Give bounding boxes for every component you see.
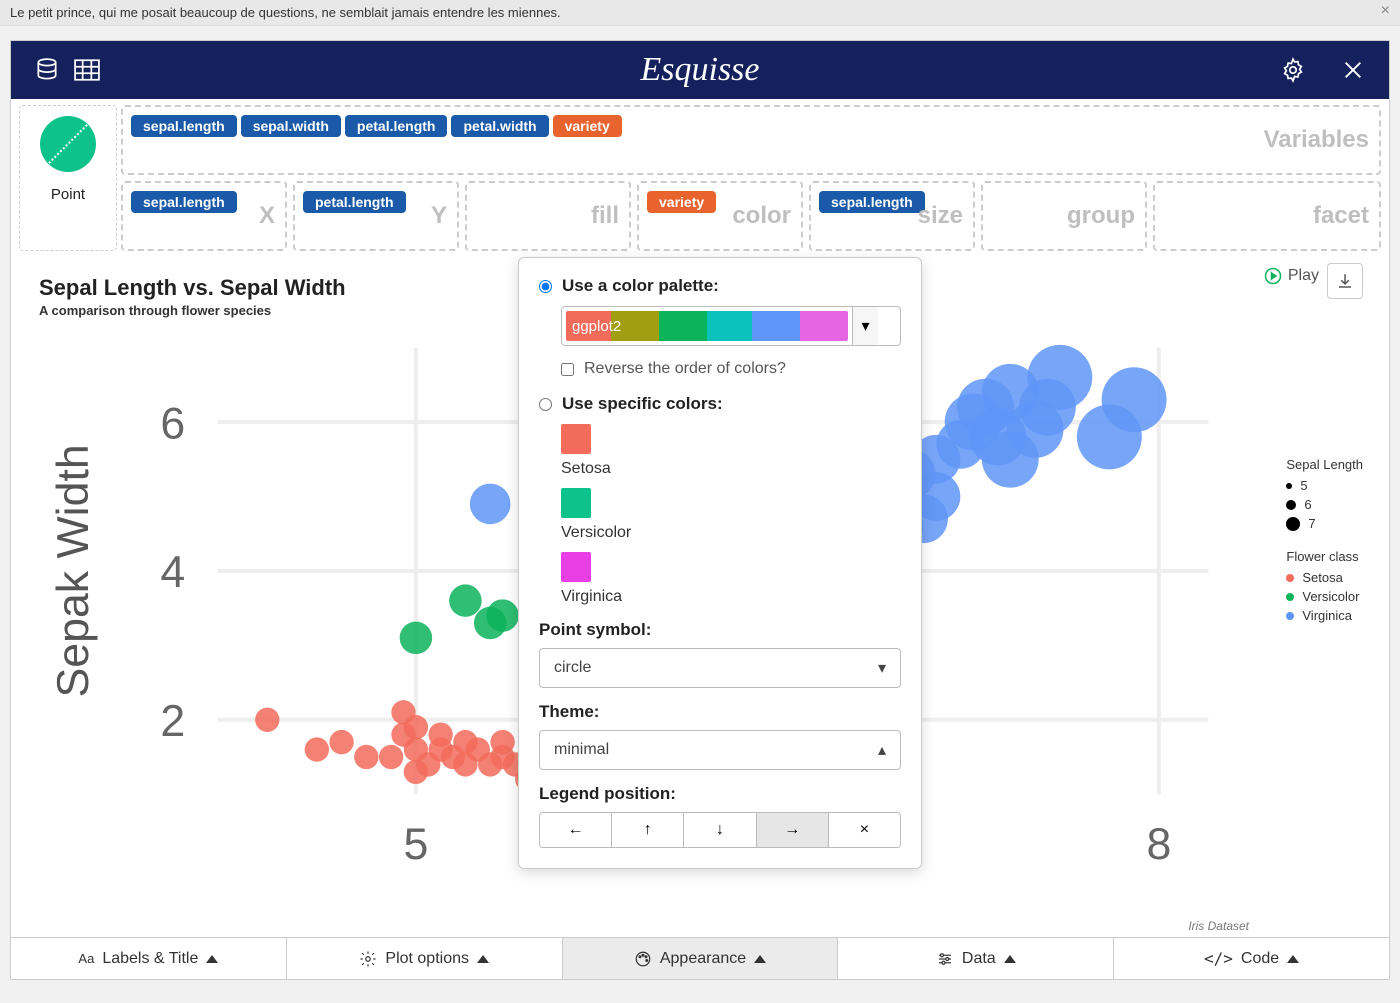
- svg-text:2: 2: [160, 697, 185, 746]
- aes-y-dropzone[interactable]: Ypetal.length: [293, 181, 459, 251]
- use-specific-radio[interactable]: [539, 398, 552, 411]
- variables-area: Point Variables sepal.lengthsepal.widthp…: [11, 99, 1389, 257]
- theme-select[interactable]: minimal▴: [539, 730, 901, 770]
- variable-pill[interactable]: petal.length: [303, 191, 406, 213]
- variable-pill[interactable]: sepal.length: [131, 191, 237, 213]
- window-close-icon[interactable]: ×: [1381, 2, 1390, 20]
- variable-pill[interactable]: petal.width: [451, 115, 548, 137]
- color-swatch[interactable]: [561, 424, 591, 454]
- settings-icon[interactable]: [1273, 50, 1313, 90]
- chevron-down-icon: ▾: [878, 658, 886, 678]
- aes-facet-dropzone[interactable]: facet: [1153, 181, 1381, 251]
- legend-panel: Sepal Length 5 6 7 Flower class Setosa Vers…: [1286, 457, 1363, 627]
- legend-color-title: Flower class: [1286, 549, 1363, 564]
- app-frame: Esquisse Point Variables sepal.lengthsep…: [10, 40, 1390, 980]
- aes-color-dropzone[interactable]: colorvariety: [637, 181, 803, 251]
- tab-plot-options[interactable]: Plot options: [287, 938, 563, 979]
- aes-size-dropzone[interactable]: sizesepal.length: [809, 181, 975, 251]
- use-specific-label: Use specific colors:: [562, 394, 723, 414]
- palette-name: ggplot2: [572, 318, 621, 335]
- tab-data[interactable]: Data: [838, 938, 1114, 979]
- data-source-icon[interactable]: [27, 50, 67, 90]
- variables-dropzone[interactable]: Variables sepal.lengthsepal.widthpetal.l…: [121, 105, 1381, 175]
- legend-pos-left[interactable]: ←: [540, 813, 612, 847]
- swatch-label: Setosa: [561, 460, 901, 478]
- download-button[interactable]: [1327, 263, 1363, 299]
- color-swatch[interactable]: [561, 488, 591, 518]
- point-symbol-label: Point symbol:: [539, 620, 901, 640]
- reverse-colors-checkbox[interactable]: [561, 363, 574, 376]
- tab-code[interactable]: </>Code: [1114, 938, 1389, 979]
- legend-pos-none[interactable]: ×: [829, 813, 900, 847]
- legend-size-item: 5: [1286, 478, 1363, 493]
- palette-select[interactable]: ggplot2 ▾: [561, 306, 901, 346]
- app-title: Esquisse: [641, 51, 760, 89]
- play-label: Play: [1288, 267, 1319, 285]
- swatch-label: Versicolor: [561, 524, 901, 542]
- use-palette-radio[interactable]: [539, 280, 552, 293]
- legend-pos-right[interactable]: →: [757, 813, 829, 847]
- geom-selector[interactable]: Point: [19, 105, 117, 251]
- use-palette-label: Use a color palette:: [562, 276, 719, 296]
- legend-color-item: Setosa: [1286, 570, 1363, 585]
- aes-x-dropzone[interactable]: Xsepal.length: [121, 181, 287, 251]
- legend-pos-bottom[interactable]: ↓: [684, 813, 756, 847]
- variable-pill[interactable]: variety: [647, 191, 716, 213]
- reverse-colors-label: Reverse the order of colors?: [584, 360, 786, 378]
- tab-appearance[interactable]: Appearance: [563, 938, 839, 979]
- legend-color-item: Virginica: [1286, 608, 1363, 623]
- swatch-label: Virginica: [561, 588, 901, 606]
- window-titlebar: Le petit prince, qui me posait beaucoup …: [0, 0, 1400, 26]
- color-swatch[interactable]: [561, 552, 591, 582]
- chevron-down-icon: ▾: [852, 307, 878, 345]
- window-title: Le petit prince, qui me posait beaucoup …: [10, 5, 561, 20]
- chart-caption: Iris Dataset: [1188, 919, 1249, 933]
- chevron-up-icon: ▴: [878, 740, 886, 760]
- legend-size-title: Sepal Length: [1286, 457, 1363, 472]
- svg-text:4: 4: [160, 548, 185, 597]
- variable-pill[interactable]: petal.length: [345, 115, 448, 137]
- svg-text:6: 6: [160, 399, 185, 448]
- legend-position-label: Legend position:: [539, 784, 901, 804]
- svg-text:5: 5: [403, 820, 428, 869]
- variables-dz-label: Variables: [1264, 126, 1369, 154]
- variable-pill[interactable]: variety: [553, 115, 622, 137]
- play-button[interactable]: Play: [1264, 267, 1319, 285]
- legend-color-item: Versicolor: [1286, 589, 1363, 604]
- theme-label: Theme:: [539, 702, 901, 722]
- point-symbol-select[interactable]: circle▾: [539, 648, 901, 688]
- geom-point-icon: [40, 116, 96, 172]
- legend-position-buttons: ← ↑ ↓ → ×: [539, 812, 901, 848]
- svg-text:Sepak Width: Sepak Width: [49, 444, 98, 697]
- close-icon[interactable]: [1333, 50, 1373, 90]
- variable-pill[interactable]: sepal.length: [819, 191, 925, 213]
- aes-fill-dropzone[interactable]: fill: [465, 181, 631, 251]
- legend-size-item: 7: [1286, 516, 1363, 531]
- bottom-tabs: AaLabels & Title Plot options Appearance…: [11, 937, 1389, 979]
- geom-label: Point: [51, 186, 85, 203]
- table-icon[interactable]: [67, 50, 107, 90]
- app-header: Esquisse: [11, 41, 1389, 99]
- tab-labels-title[interactable]: AaLabels & Title: [11, 938, 287, 979]
- legend-size-item: 6: [1286, 497, 1363, 512]
- variable-pill[interactable]: sepal.length: [131, 115, 237, 137]
- variable-pill[interactable]: sepal.width: [241, 115, 341, 137]
- aes-group-dropzone[interactable]: group: [981, 181, 1147, 251]
- appearance-popover: Use a color palette: ggplot2 ▾ Reverse t…: [518, 257, 922, 869]
- svg-text:8: 8: [1146, 820, 1171, 869]
- legend-pos-top[interactable]: ↑: [612, 813, 684, 847]
